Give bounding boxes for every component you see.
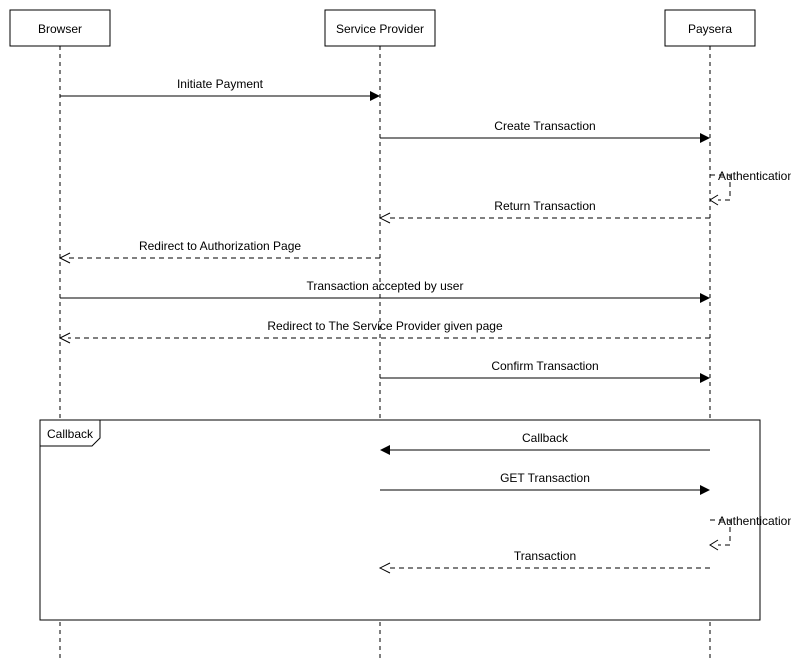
sequence-diagram: Browser Service Provider Paysera Initiat… xyxy=(0,0,791,662)
arrow-return-transaction xyxy=(380,213,390,223)
label-create-transaction: Create Transaction xyxy=(494,119,595,133)
label-authentication-1: Authentication xyxy=(718,169,791,183)
label-transaction: Transaction xyxy=(514,549,576,563)
label-authentication-2: Authentication xyxy=(718,514,791,528)
label-redirect-sp: Redirect to The Service Provider given p… xyxy=(267,319,503,333)
label-initiate-payment: Initiate Payment xyxy=(177,77,264,91)
label-get-transaction: GET Transaction xyxy=(500,471,590,485)
actor-service-provider-label: Service Provider xyxy=(336,22,424,36)
arrow-accepted xyxy=(700,293,710,303)
actor-browser-label: Browser xyxy=(38,22,82,36)
arrow-create-transaction xyxy=(700,133,710,143)
actor-paysera-label: Paysera xyxy=(688,22,732,36)
arrow-confirm xyxy=(700,373,710,383)
arrow-initiate-payment xyxy=(370,91,380,101)
fragment-label: Callback xyxy=(47,427,94,441)
label-callback: Callback xyxy=(522,431,569,445)
label-accepted: Transaction accepted by user xyxy=(307,279,464,293)
arrow-redirect-auth xyxy=(60,253,70,263)
arrow-authentication-1 xyxy=(710,195,718,205)
label-return-transaction: Return Transaction xyxy=(494,199,595,213)
label-redirect-auth: Redirect to Authorization Page xyxy=(139,239,301,253)
label-confirm: Confirm Transaction xyxy=(491,359,598,373)
